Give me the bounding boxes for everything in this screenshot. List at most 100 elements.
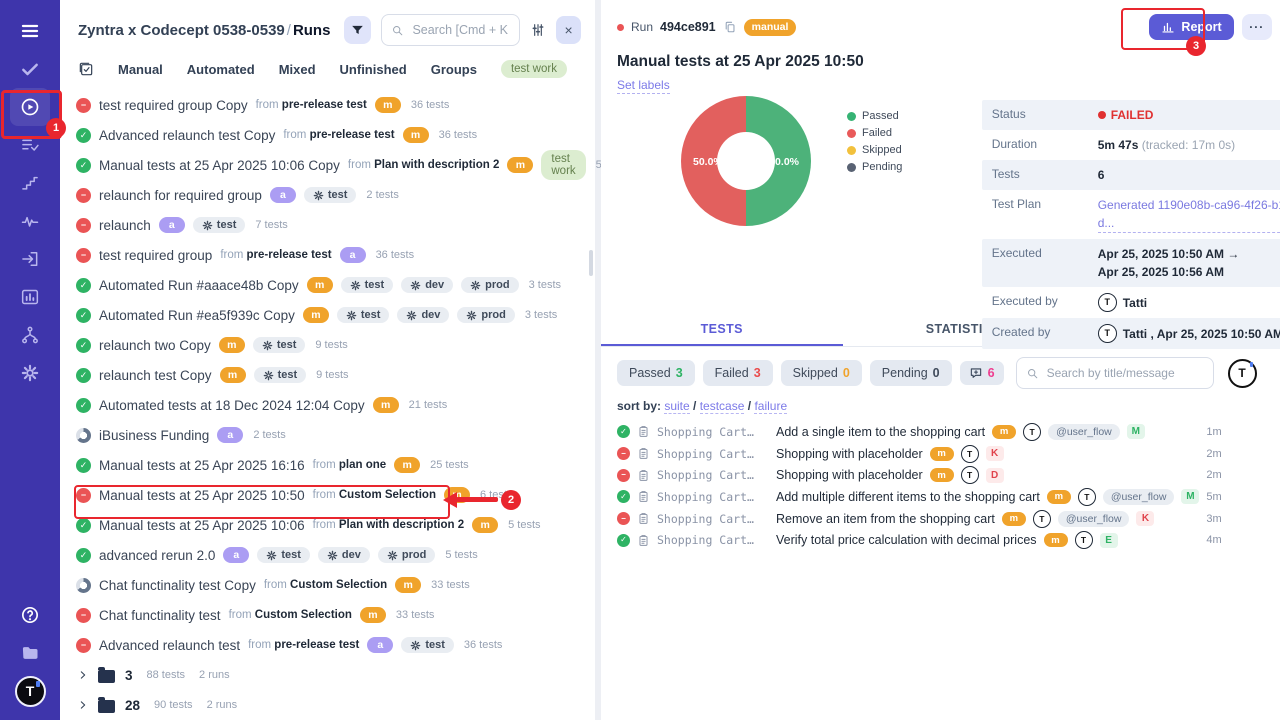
steps-icon — [20, 173, 40, 193]
test-row[interactable]: ✓Shopping Cart…Verify total price calcul… — [601, 529, 1280, 551]
run-source-plan: from Custom Selection — [313, 489, 436, 501]
passed-status-icon: ✓ — [76, 308, 91, 323]
test-row[interactable]: −Shopping Cart…Shopping with placeholder… — [601, 443, 1280, 465]
chevron-right-icon[interactable] — [78, 670, 88, 680]
tests-search-box[interactable] — [1016, 357, 1214, 389]
sidebar-item-menu[interactable] — [10, 12, 50, 50]
env-chip: dev — [318, 547, 370, 563]
comments-filter-chip[interactable]: 6 — [960, 361, 1004, 385]
runs-tab-unfinished[interactable]: Unfinished — [340, 62, 407, 77]
run-row[interactable]: ✓advanced rerun 2.0atestdevprod5 tests — [60, 540, 595, 570]
test-type-badge: m — [1002, 512, 1026, 526]
run-type-badge: m — [507, 157, 533, 173]
sidebar-item-test-plans[interactable] — [10, 126, 50, 164]
sidebar-item-runs[interactable] — [10, 88, 50, 126]
test-type-badge: m — [1047, 490, 1071, 504]
filter-chip-failed[interactable]: Failed 3 — [703, 360, 773, 386]
sidebar-item-analytics[interactable] — [10, 278, 50, 316]
scrollbar-thumb[interactable] — [589, 250, 593, 276]
sort-link-testcase[interactable]: testcase — [700, 399, 745, 414]
sort-link-failure[interactable]: failure — [754, 399, 787, 414]
run-row[interactable]: iBusiness Fundinga2 tests — [60, 420, 595, 450]
run-row[interactable]: −relaunchatest7 tests — [60, 210, 595, 240]
filter-chip-skipped[interactable]: Skipped 0 — [781, 360, 862, 386]
sort-row: sort by: suite / testcase / failure — [601, 393, 1280, 417]
passed-status-icon: ✓ — [76, 458, 91, 473]
gear-small-icon — [263, 370, 274, 381]
env-chip: prod — [457, 307, 514, 323]
assignee-initial-badge: E — [1100, 533, 1118, 548]
test-plan-link[interactable]: Generated 1190e08b-ca96-4f26-b10f-d... — [1098, 196, 1280, 233]
view-settings-icon[interactable] — [530, 22, 546, 38]
sidebar-item-projects[interactable] — [10, 634, 50, 672]
runs-tab-automated[interactable]: Automated — [187, 62, 255, 77]
run-row[interactable]: −Advanced relaunch testfrom pre-release … — [60, 630, 595, 660]
run-row[interactable]: −Manual tests at 25 Apr 2025 10:50from C… — [60, 480, 595, 510]
run-row[interactable]: ✓Manual tests at 25 Apr 2025 10:06 Copyf… — [60, 150, 595, 180]
test-row[interactable]: ✓Shopping Cart…Add a single item to the … — [601, 421, 1280, 443]
test-row[interactable]: −Shopping Cart…Remove an item from the s… — [601, 508, 1280, 530]
sidebar-item-help[interactable] — [10, 596, 50, 634]
sidebar-item-settings[interactable] — [10, 354, 50, 392]
detail-tab-tests[interactable]: TESTS — [601, 314, 843, 346]
sidebar-item-account[interactable]: T — [10, 672, 50, 710]
run-row[interactable]: ✓Manual tests at 25 Apr 2025 16:16from p… — [60, 450, 595, 480]
assignee-avatar[interactable]: T — [1228, 359, 1257, 388]
run-row-title: relaunch for required group — [99, 188, 262, 203]
runs-tab-manual[interactable]: Manual — [118, 62, 163, 77]
run-row[interactable]: ✓Manual tests at 25 Apr 2025 10:06from P… — [60, 510, 595, 540]
run-row[interactable]: −Chat functinality testfrom Custom Selec… — [60, 600, 595, 630]
report-button[interactable]: Report — [1149, 14, 1233, 40]
more-actions-button[interactable]: ··· — [1242, 14, 1272, 40]
close-runs-panel-button[interactable]: × — [556, 16, 581, 44]
sidebar-item-tasks[interactable] — [10, 50, 50, 88]
folder-row[interactable]: 388 tests2 runs — [60, 660, 595, 690]
tag-chip-user-flow: @user_flow — [1058, 511, 1130, 527]
folder-row[interactable]: 2890 tests2 runs — [60, 690, 595, 720]
sidebar-item-import[interactable] — [10, 240, 50, 278]
assignee-initial-badge: M — [1127, 424, 1145, 439]
run-id: 494ce891 — [660, 20, 716, 34]
info-label: Status — [992, 106, 1098, 121]
search-input[interactable] — [410, 22, 510, 38]
sidebar-item-milestones[interactable] — [10, 164, 50, 202]
gear-small-icon — [410, 640, 421, 651]
tag-filter-chip[interactable]: test work — [501, 60, 567, 78]
test-duration: 3m — [1206, 513, 1221, 525]
run-row[interactable]: −test required groupfrom pre-release tes… — [60, 240, 595, 270]
filter-button[interactable] — [344, 16, 371, 44]
tests-list: ✓Shopping Cart…Add a single item to the … — [601, 417, 1280, 551]
run-row[interactable]: ✓Automated Run #ea5f939c Copymtestdevpro… — [60, 300, 595, 330]
filter-chip-passed[interactable]: Passed 3 — [617, 360, 695, 386]
runs-tab-mixed[interactable]: Mixed — [279, 62, 316, 77]
sidebar-item-branches[interactable] — [10, 316, 50, 354]
gear-small-icon — [313, 190, 324, 201]
run-row[interactable]: ✓relaunch two Copymtest9 tests — [60, 330, 595, 360]
run-row[interactable]: −test required group Copyfrom pre-releas… — [60, 90, 595, 120]
run-status-dot — [617, 24, 624, 31]
run-row[interactable]: −relaunch for required groupatest2 tests — [60, 180, 595, 210]
set-labels-link[interactable]: Set labels — [617, 78, 670, 94]
tests-search-input[interactable] — [1045, 365, 1204, 381]
run-type-badge: a — [340, 247, 366, 263]
test-row[interactable]: ✓Shopping Cart…Add multiple different it… — [601, 486, 1280, 508]
run-row[interactable]: ✓Automated tests at 18 Dec 2024 12:04 Co… — [60, 390, 595, 420]
sidebar-item-activity[interactable] — [10, 202, 50, 240]
bar-chart-icon — [20, 287, 40, 307]
test-row[interactable]: −Shopping Cart…Shopping with placeholder… — [601, 464, 1280, 486]
search-box[interactable] — [381, 14, 520, 46]
copy-icon[interactable] — [723, 20, 737, 34]
run-row[interactable]: Chat functinality test Copyfrom Custom S… — [60, 570, 595, 600]
menu-icon — [20, 21, 40, 41]
runs-tab-groups[interactable]: Groups — [431, 62, 477, 77]
test-title: Verify total price calculation with deci… — [776, 533, 1037, 547]
run-row[interactable]: ✓Advanced relaunch test Copyfrom pre-rel… — [60, 120, 595, 150]
run-test-count: 5 tests — [445, 549, 477, 561]
filter-chip-pending[interactable]: Pending 0 — [870, 360, 952, 386]
sort-link-suite[interactable]: suite — [664, 399, 689, 414]
user-avatar: T — [1023, 423, 1041, 441]
chevron-right-icon[interactable] — [78, 700, 88, 710]
run-row[interactable]: ✓relaunch test Copymtest9 tests — [60, 360, 595, 390]
failed-status-icon: − — [76, 488, 91, 503]
run-row[interactable]: ✓Automated Run #aaace48b Copymtestdevpro… — [60, 270, 595, 300]
